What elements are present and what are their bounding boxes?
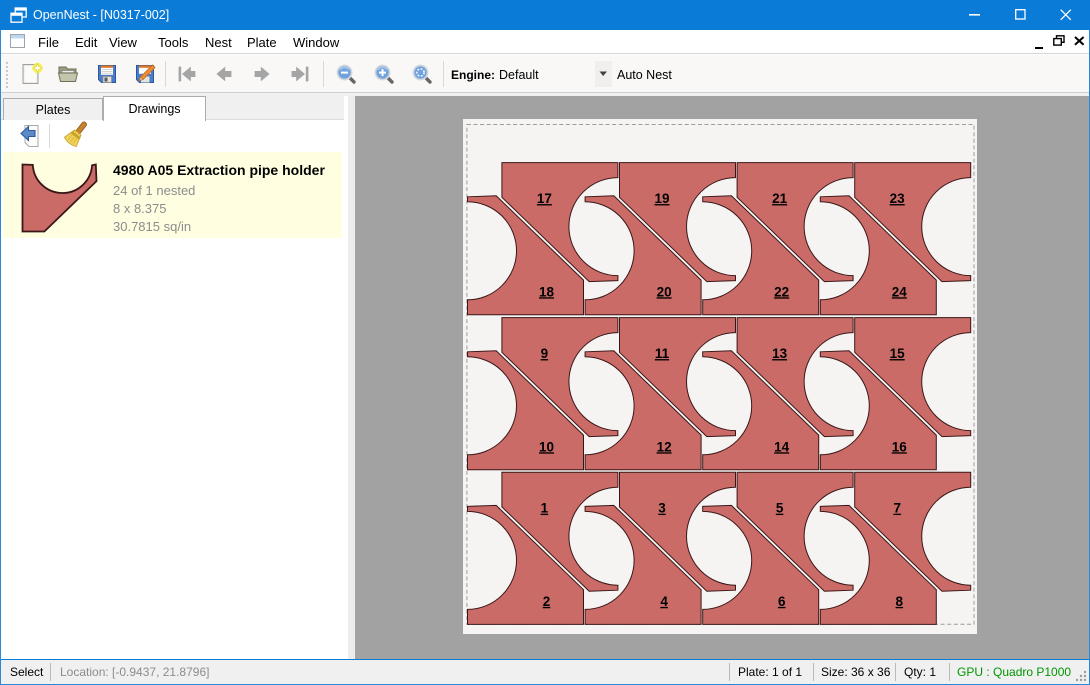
- svg-text:20: 20: [657, 284, 672, 299]
- svg-text:3: 3: [658, 501, 666, 516]
- svg-text:7: 7: [893, 501, 901, 516]
- svg-text:18: 18: [539, 284, 555, 299]
- svg-text:9: 9: [541, 346, 549, 361]
- svg-text:14: 14: [774, 439, 790, 454]
- svg-text:8: 8: [896, 594, 904, 609]
- svg-text:4: 4: [660, 594, 668, 609]
- svg-text:6: 6: [778, 594, 786, 609]
- svg-text:21: 21: [772, 191, 788, 206]
- svg-text:10: 10: [539, 439, 554, 454]
- svg-text:5: 5: [776, 501, 784, 516]
- svg-text:22: 22: [774, 284, 789, 299]
- svg-text:16: 16: [892, 439, 908, 454]
- svg-text:11: 11: [655, 346, 670, 361]
- svg-text:19: 19: [654, 191, 669, 206]
- svg-text:12: 12: [657, 439, 672, 454]
- svg-text:24: 24: [892, 284, 908, 299]
- svg-text:13: 13: [772, 346, 788, 361]
- svg-text:23: 23: [890, 191, 906, 206]
- svg-text:1: 1: [541, 501, 549, 516]
- svg-text:2: 2: [543, 594, 551, 609]
- svg-text:15: 15: [890, 346, 906, 361]
- svg-text:17: 17: [537, 191, 552, 206]
